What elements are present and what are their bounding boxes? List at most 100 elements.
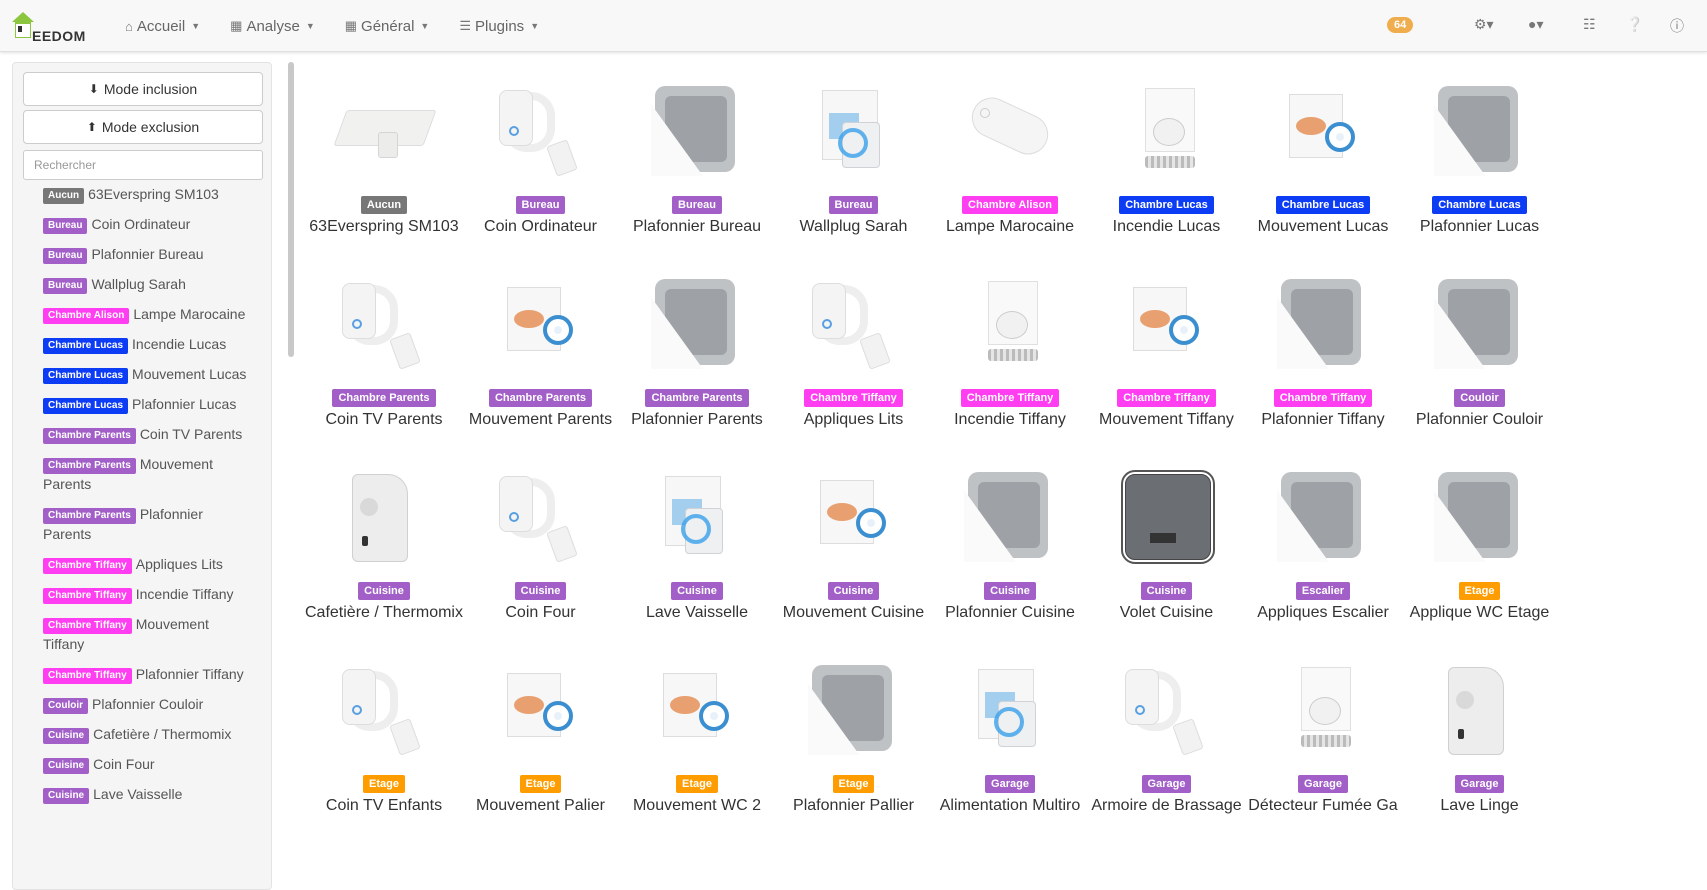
wallplug-icon — [802, 82, 906, 186]
equipment-card[interactable]: Couloir Plafonnier Couloir — [1400, 275, 1560, 431]
sidebar-equipment-item[interactable]: Chambre Lucas Incendie Lucas — [43, 334, 253, 354]
equipment-name: Incendie Tiffany — [135, 586, 234, 602]
menu-plugins[interactable]: ☰ Plugins ▼ — [444, 0, 554, 52]
equipment-name: Incendie Lucas — [132, 336, 227, 352]
equipment-card[interactable]: Chambre Parents Plafonnier Parents — [617, 275, 777, 431]
room-label: Bureau — [672, 196, 722, 214]
house-logo-icon — [12, 12, 34, 38]
sidebar-equipment-item[interactable]: Cuisine Coin Four — [43, 754, 253, 774]
equipment-card[interactable]: Etage Mouvement WC 2 — [617, 661, 777, 817]
equipment-name: Plafonnier Tiffany — [135, 666, 244, 682]
sidebar-equipment-item[interactable]: Cuisine Lave Vaisselle — [43, 784, 253, 804]
equipment-card[interactable]: Cuisine Lave Vaisselle — [617, 468, 777, 624]
motion-sensor-icon — [489, 661, 593, 765]
room-label: Couloir — [1454, 389, 1505, 407]
wallplug-icon — [958, 661, 1062, 765]
room-label: Chambre Parents — [43, 428, 136, 444]
wall-switch-icon — [645, 275, 749, 379]
equipment-name: Mouvement Parents — [468, 411, 613, 428]
equipment-name: Coin TV Parents — [325, 411, 443, 428]
sidebar-equipment-item[interactable]: Chambre Lucas Plafonnier Lucas — [43, 394, 253, 414]
equipment-card[interactable]: Garage Détecteur Fumée Ga — [1243, 661, 1403, 817]
sidebar-equipment-item[interactable]: Chambre Alison Lampe Marocaine — [43, 304, 253, 324]
gears-icon[interactable]: ⚙▾ — [1474, 16, 1494, 33]
equipment-card[interactable]: Aucun 63Everspring SM103 — [304, 82, 464, 238]
equipment-card[interactable]: Escalier Appliques Escalier — [1243, 468, 1403, 624]
mode-exclusion-button[interactable]: ⬆ Mode exclusion — [23, 110, 263, 144]
equipment-name: Plafonnier Pallier — [793, 797, 914, 814]
equipment-card[interactable]: Cuisine Volet Cuisine — [1087, 468, 1247, 624]
sidebar-equipment-item[interactable]: Cuisine Cafetière / Thermomix — [43, 724, 253, 744]
room-label: Etage — [676, 775, 718, 793]
equipment-card[interactable]: Garage Armoire de Brassage — [1087, 661, 1247, 817]
equipment-name: 63Everspring SM103 — [88, 186, 219, 202]
equipment-card[interactable]: Chambre Parents Coin TV Parents — [304, 275, 464, 431]
equipment-card[interactable]: Garage Alimentation Multiro — [930, 661, 1090, 817]
sidebar-equipment-item[interactable]: Chambre Parents Mouvement Parents — [43, 454, 253, 494]
equipment-card[interactable]: Chambre Alison Lampe Marocaine — [930, 82, 1090, 238]
sidebar-equipment-item[interactable]: Chambre Tiffany Incendie Tiffany — [43, 584, 253, 604]
sidebar-equipment-item[interactable]: Bureau Wallplug Sarah — [43, 274, 253, 294]
user-icon[interactable]: ●▾ — [1528, 16, 1543, 33]
equipment-name: Plafonnier Bureau — [91, 246, 204, 262]
equipment-card[interactable]: Chambre Tiffany Mouvement Tiffany — [1087, 275, 1247, 431]
equipment-card[interactable]: Chambre Parents Mouvement Parents — [461, 275, 621, 431]
equipment-name: Lampe Marocaine — [133, 306, 246, 322]
equipment-card[interactable]: Etage Plafonnier Pallier — [774, 661, 934, 817]
sidebar-scrollbar[interactable] — [288, 62, 294, 357]
oval-module-icon — [958, 82, 1062, 186]
sidebar-equipment-item[interactable]: Chambre Tiffany Mouvement Tiffany — [43, 614, 253, 654]
equipment-name: Incendie Lucas — [1112, 218, 1221, 235]
equipment-card[interactable]: Chambre Lucas Incendie Lucas — [1087, 82, 1247, 238]
sidebar-equipment-item[interactable]: Chambre Parents Plafonnier Parents — [43, 504, 253, 544]
equipment-card[interactable]: Cuisine Cafetière / Thermomix — [304, 468, 464, 624]
sidebar-equipment-item[interactable]: Couloir Plafonnier Couloir — [43, 694, 253, 714]
equipment-card[interactable]: Etage Mouvement Palier — [461, 661, 621, 817]
equipment-card[interactable]: Chambre Tiffany Incendie Tiffany — [930, 275, 1090, 431]
room-label: Bureau — [515, 196, 566, 214]
sidebar-equipment-item[interactable]: Chambre Parents Coin TV Parents — [43, 424, 253, 444]
room-label: Chambre Lucas — [43, 338, 129, 354]
equipment-name: Wallplug Sarah — [799, 218, 908, 235]
equipment-card[interactable]: Cuisine Plafonnier Cuisine — [930, 468, 1090, 624]
equipment-card[interactable]: Chambre Tiffany Plafonnier Tiffany — [1243, 275, 1403, 431]
menu-accueil[interactable]: ⌂ Accueil ▼ — [110, 0, 215, 52]
room-label: Chambre Tiffany — [43, 618, 132, 634]
menu-general[interactable]: ▦ Général ▼ — [330, 0, 445, 52]
equipment-name: Lave Vaisselle — [93, 786, 183, 802]
question-icon[interactable]: ❔ — [1626, 16, 1643, 33]
sidebar-equipment-item[interactable]: Bureau Plafonnier Bureau — [43, 244, 253, 264]
equipment-name: Coin Four — [93, 756, 155, 772]
equipment-card[interactable]: Chambre Lucas Mouvement Lucas — [1243, 82, 1403, 238]
sidebar-equipment-item[interactable]: Chambre Lucas Mouvement Lucas — [43, 364, 253, 384]
equipment-card[interactable]: Cuisine Mouvement Cuisine — [774, 468, 934, 624]
room-label: Garage — [1298, 775, 1348, 793]
equipment-card[interactable]: Bureau Wallplug Sarah — [774, 82, 934, 238]
info-icon[interactable]: ⓘ — [1670, 16, 1684, 36]
sidebar-equipment-item[interactable]: Chambre Tiffany Plafonnier Tiffany — [43, 664, 253, 684]
equipment-name: Cafetière / Thermomix — [93, 726, 232, 742]
plug-icon — [1115, 661, 1219, 765]
search-input[interactable] — [23, 150, 263, 180]
equipment-card[interactable]: Cuisine Coin Four — [461, 468, 621, 624]
jeedom-logo[interactable]: EEDOM — [12, 8, 85, 44]
equipment-card[interactable]: Chambre Lucas Plafonnier Lucas — [1400, 82, 1560, 238]
equipment-card[interactable]: Bureau Plafonnier Bureau — [617, 82, 777, 238]
room-label: Chambre Tiffany — [43, 558, 132, 574]
sidebar-equipment-item[interactable]: Aucun 63Everspring SM103 — [43, 184, 253, 204]
sidebar-equipment-item[interactable]: Chambre Tiffany Appliques Lits — [43, 554, 253, 574]
room-label: Chambre Tiffany — [960, 389, 1060, 407]
sidebar-equipment-item[interactable]: Bureau Coin Ordinateur — [43, 214, 253, 234]
equipment-name: Mouvement Tiffany — [1099, 411, 1234, 428]
sitemap-icon[interactable]: ☷ — [1583, 16, 1596, 33]
equipment-card[interactable]: Etage Applique WC Etage — [1400, 468, 1560, 624]
equipment-card[interactable]: Chambre Tiffany Appliques Lits — [774, 275, 934, 431]
equipment-card[interactable]: Bureau Coin Ordinateur — [461, 82, 621, 238]
message-count-badge[interactable]: 64 — [1387, 17, 1414, 33]
wall-switch-icon — [958, 468, 1062, 572]
mode-inclusion-button[interactable]: ⬇ Mode inclusion — [23, 72, 263, 106]
equipment-name: Plafonnier Couloir — [92, 696, 204, 712]
menu-analyse[interactable]: ▦ Analyse ▼ — [215, 0, 330, 52]
equipment-card[interactable]: Garage Lave Linge — [1400, 661, 1560, 817]
equipment-card[interactable]: Etage Coin TV Enfants — [304, 661, 464, 817]
